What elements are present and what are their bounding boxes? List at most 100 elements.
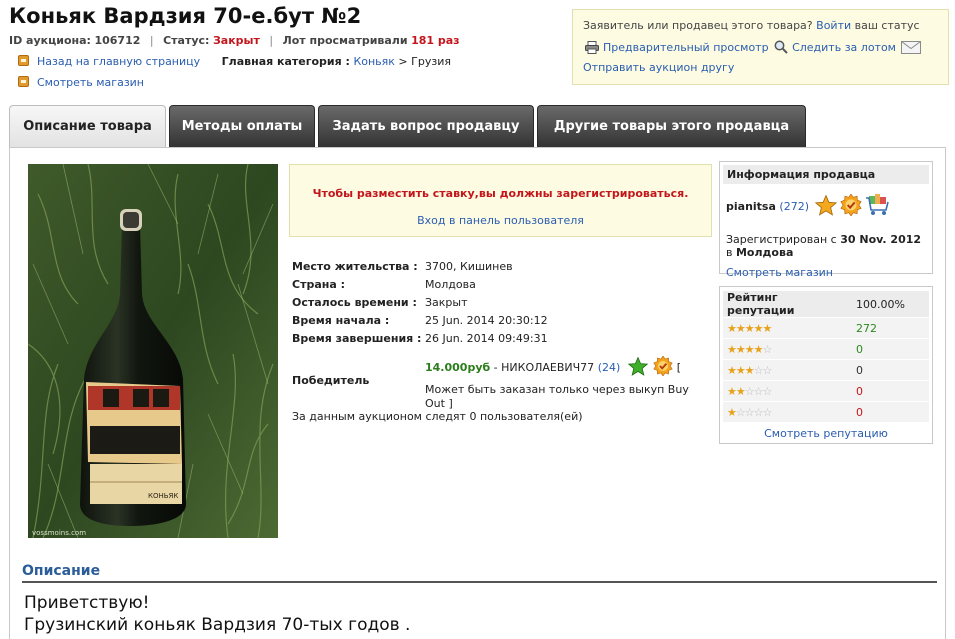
subcategory-georgia: Грузия bbox=[411, 55, 451, 68]
category-link-cognac[interactable]: Коньяк bbox=[353, 55, 394, 68]
description-heading: Описание bbox=[22, 563, 937, 583]
reputation-count: 0 bbox=[852, 402, 929, 422]
star-filled-icon: ★ bbox=[735, 384, 746, 398]
nav-row-shop: Смотреть магазин bbox=[18, 76, 144, 89]
winner-name: - НИКОЛАЕВИЧ77 bbox=[490, 361, 598, 374]
one-star-rating: ★☆☆☆☆ bbox=[723, 402, 852, 422]
views-value: 181 раз bbox=[411, 34, 460, 47]
divider: | bbox=[149, 34, 154, 47]
notice-login-link[interactable]: Войти bbox=[816, 19, 851, 32]
envelope-icon[interactable] bbox=[901, 41, 922, 57]
winner-note: Может быть заказан только через выкуп Bu… bbox=[425, 383, 689, 410]
seller-notice-box: Заявитель или продавец этого товара? Вой… bbox=[572, 9, 949, 85]
tab-payment-methods[interactable]: Методы оплаты bbox=[169, 105, 315, 147]
register-warning: Чтобы разместить ставку,вы должны зареги… bbox=[312, 187, 689, 200]
start-time-value: 25 Jun. 2014 20:30:12 bbox=[425, 314, 548, 327]
status-label: Статус: bbox=[163, 34, 210, 47]
tab-other-items[interactable]: Другие товары этого продавца bbox=[537, 105, 806, 147]
star-filled-icon: ★ bbox=[744, 321, 755, 335]
notice-text: Заявитель или продавец этого товара? bbox=[583, 19, 813, 32]
auction-id-value: 106712 bbox=[94, 34, 141, 47]
two-star-rating: ★★☆☆☆ bbox=[723, 381, 852, 401]
back-icon bbox=[18, 55, 29, 66]
views-label: Лот просматривали bbox=[282, 34, 408, 47]
star-filled-icon: ★ bbox=[753, 342, 764, 356]
star-filled-icon: ★ bbox=[727, 405, 737, 419]
reputation-count: 0 bbox=[852, 339, 929, 359]
star-filled-icon: ★ bbox=[744, 363, 755, 377]
three-star-rating: ★★★☆☆ bbox=[723, 360, 852, 380]
tab-ask-seller[interactable]: Задать вопрос продавцу bbox=[318, 105, 534, 147]
reputation-heading: Рейтинг репутации bbox=[723, 291, 852, 317]
registered-info: Зарегистрирован с 30 Nov. 2012 в Молдова bbox=[726, 233, 932, 259]
registered-in: в bbox=[726, 246, 733, 259]
preview-link[interactable]: Предварительный просмотр bbox=[603, 41, 769, 54]
star-filled-icon: ★ bbox=[762, 321, 773, 335]
seller-info-box: Информация продавца pianitsa (272) Зарег… bbox=[719, 161, 933, 279]
printer-icon bbox=[585, 41, 599, 57]
bottle-label-text: КОНЬЯК bbox=[148, 492, 178, 500]
nav-row-back: Назад на главную страницу Главная катего… bbox=[18, 55, 451, 68]
tab-description[interactable]: Описание товара bbox=[9, 105, 166, 148]
location-value: 3700, Кишинев bbox=[425, 260, 513, 273]
star-empty-icon: ☆ bbox=[762, 405, 773, 419]
bid-login-box: Чтобы разместить ставку,вы должны зареги… bbox=[289, 164, 712, 237]
reputation-percent: 100.00% bbox=[852, 291, 929, 317]
winner-label: Победитель bbox=[292, 373, 370, 387]
star-filled-icon: ★ bbox=[727, 342, 737, 356]
star-empty-icon: ☆ bbox=[735, 405, 746, 419]
view-shop-link[interactable]: Смотреть магазин bbox=[37, 76, 144, 89]
star-filled-icon: ★ bbox=[735, 321, 746, 335]
star-filled-icon: ★ bbox=[727, 363, 737, 377]
seller-shop-link[interactable]: Смотреть магазин bbox=[726, 266, 833, 279]
back-to-home-link[interactable]: Назад на главную страницу bbox=[37, 55, 200, 68]
description-text: Приветствую! Грузинский коньяк Вардзия 7… bbox=[24, 592, 410, 636]
winner-rating-link[interactable]: (24) bbox=[598, 361, 621, 374]
star-empty-icon: ☆ bbox=[762, 384, 773, 398]
registered-country: Молдова bbox=[735, 246, 794, 259]
reputation-row: ★★★★☆ 0 bbox=[723, 339, 929, 359]
watch-lot-link[interactable]: Следить за лотом bbox=[792, 41, 896, 54]
reputation-row: ★★★★★ 272 bbox=[723, 318, 929, 338]
reputation-row: ★★★☆☆ 0 bbox=[723, 360, 929, 380]
magnifier-icon bbox=[774, 40, 788, 57]
view-reputation-link[interactable]: Смотреть репутацию bbox=[764, 427, 888, 440]
location-label: Место жительства : bbox=[292, 260, 418, 273]
product-photo[interactable]: КОНЬЯК vossmoins.com bbox=[28, 164, 278, 538]
description-line: Приветствую! bbox=[24, 593, 150, 613]
time-left-value: Закрыт bbox=[425, 296, 468, 309]
star-empty-icon: ☆ bbox=[744, 405, 755, 419]
star-filled-icon: ★ bbox=[727, 384, 737, 398]
verified-badge-icon bbox=[653, 355, 673, 380]
seller-name[interactable]: pianitsa bbox=[726, 200, 776, 213]
seller-rating-link[interactable]: (272) bbox=[779, 200, 809, 213]
divider: | bbox=[269, 34, 274, 47]
star-empty-icon: ☆ bbox=[753, 363, 764, 377]
winner-price: 14.000руб bbox=[425, 361, 491, 374]
end-time-label: Время завершения : bbox=[292, 332, 422, 345]
verified-badge-icon bbox=[840, 193, 862, 219]
four-star-rating: ★★★★☆ bbox=[723, 339, 852, 359]
green-star-icon bbox=[627, 356, 649, 380]
description-line: Грузинский коньяк Вардзия 70-тых годов . bbox=[24, 615, 411, 635]
reputation-row: ★★☆☆☆ 0 bbox=[723, 381, 929, 401]
shop-cart-icon bbox=[865, 194, 890, 219]
star-filled-icon: ★ bbox=[744, 342, 755, 356]
star-empty-icon: ☆ bbox=[744, 384, 755, 398]
star-empty-icon: ☆ bbox=[762, 363, 773, 377]
country-label: Страна : bbox=[292, 278, 345, 291]
seller-info-heading: Информация продавца bbox=[723, 165, 929, 184]
winner-cell: 14.000руб - НИКОЛАЕВИЧ77 (24) [ Может бы… bbox=[424, 348, 711, 413]
user-panel-login-link[interactable]: Вход в панель пользователя bbox=[417, 214, 584, 227]
star-empty-icon: ☆ bbox=[753, 405, 764, 419]
registered-date: 30 Nov. 2012 bbox=[840, 233, 922, 246]
gold-star-icon bbox=[814, 194, 837, 219]
auction-meta: ID аукциона: 106712 | Статус: Закрыт | Л… bbox=[9, 34, 460, 47]
reputation-count: 272 bbox=[852, 318, 929, 338]
reputation-count: 0 bbox=[852, 360, 929, 380]
status-value: Закрыт bbox=[212, 34, 260, 47]
send-to-friend-link[interactable]: Отправить аукцион другу bbox=[583, 61, 734, 74]
star-filled-icon: ★ bbox=[727, 321, 737, 335]
reputation-count: 0 bbox=[852, 381, 929, 401]
reputation-table: Рейтинг репутации 100.00% ★★★★★ 272 ★★★★… bbox=[723, 290, 929, 423]
